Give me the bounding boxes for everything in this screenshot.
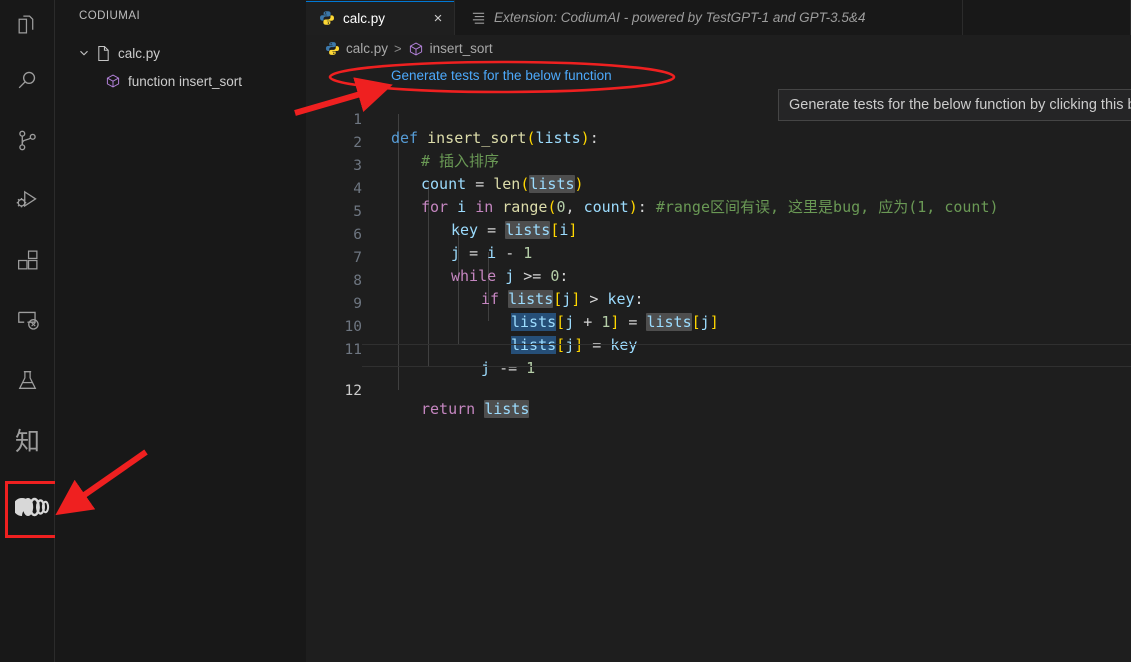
tab-label: calc.py — [343, 10, 386, 26]
tab-bar: calc.py × Extension: CodiumAI - powered … — [306, 0, 1131, 35]
tree-item-label: calc.py — [118, 45, 161, 61]
symbol-method-icon — [408, 40, 425, 57]
codiumai-logo-icon — [12, 494, 55, 525]
breadcrumb: calc.py > insert_sort — [306, 35, 1131, 62]
run-debug-icon — [15, 187, 41, 213]
search-icon — [15, 68, 40, 93]
breadcrumb-symbol[interactable]: insert_sort — [408, 40, 493, 57]
symbol-method-icon — [103, 72, 123, 90]
activity-bar-item-search[interactable] — [0, 56, 55, 104]
code-line[interactable]: 11 j -= 1 — [306, 321, 1131, 377]
tab-label: Extension: CodiumAI - powered by TestGPT… — [494, 10, 866, 25]
code-line[interactable]: 6 j = i - 1 — [306, 206, 1131, 262]
code-line[interactable]: 8 if lists[j] > key: — [306, 252, 1131, 308]
code-line[interactable]: 4 for i in range(0, count): #range区间有误, … — [306, 160, 1131, 216]
remote-explorer-icon — [15, 307, 41, 333]
code-line-active[interactable]: 12 return lists — [306, 344, 1131, 418]
sidebar-title: CODIUMAI — [79, 10, 141, 22]
code-line[interactable]: 9 lists[j + 1] = lists[j] — [306, 275, 1131, 331]
activity-bar-item-testing[interactable] — [0, 356, 55, 404]
code-line[interactable]: 3 count = len(lists) — [306, 137, 1131, 193]
code-line[interactable]: 5 key = lists[i] — [306, 183, 1131, 239]
code-editor[interactable]: Generate tests for the below function 1 … — [306, 62, 1131, 662]
chevron-down-icon[interactable] — [75, 44, 93, 62]
breadcrumb-file[interactable]: calc.py — [324, 40, 388, 57]
line-content: return lists — [421, 400, 530, 418]
breadcrumb-separator: > — [394, 41, 402, 56]
python-icon — [318, 9, 336, 27]
tree-item-calc-py[interactable]: calc.py — [55, 41, 326, 65]
code-line[interactable]: 10 lists[j] = key — [306, 298, 1131, 354]
activity-bar-item-run-and-debug[interactable] — [0, 176, 55, 224]
codelens-generate-tests[interactable]: Generate tests for the below function — [391, 68, 612, 83]
breadcrumb-symbol-label: insert_sort — [429, 41, 493, 56]
zhi-character-icon: 知 — [14, 427, 40, 456]
activity-bar-item-remote-explorer[interactable] — [0, 296, 55, 344]
activity-bar: 知 — [0, 0, 64, 662]
tab-close-button[interactable]: × — [429, 9, 447, 27]
activity-bar-item-chinese-ext[interactable]: 知 — [0, 416, 55, 464]
activity-bar-item-explorer[interactable] — [0, 0, 55, 48]
extensions-icon — [15, 248, 40, 273]
editor-area: calc.py × Extension: CodiumAI - powered … — [306, 0, 1131, 662]
side-bar: CODIUMAI calc.py function insert_sort — [55, 0, 306, 662]
files-icon — [15, 12, 40, 37]
tab-extension-codiumai[interactable]: Extension: CodiumAI - powered by TestGPT… — [455, 0, 963, 35]
codelens-tooltip: Generate tests for the below function by… — [778, 89, 1131, 121]
source-control-icon — [15, 128, 40, 153]
extension-icon — [469, 9, 487, 27]
activity-bar-item-extensions[interactable] — [0, 236, 55, 284]
vscode-window: 知 CODIUMAI calc.py function insert_sort … — [0, 0, 1131, 662]
code-line[interactable]: 7 while j >= 0: — [306, 229, 1131, 285]
breadcrumb-file-label: calc.py — [346, 41, 389, 56]
tab-bar-filler — [963, 0, 1131, 35]
active-line-highlight — [362, 344, 1131, 367]
python-file-icon — [93, 44, 113, 62]
tree-item-label: function insert_sort — [128, 73, 243, 89]
line-number: 12 — [344, 383, 362, 399]
beaker-icon — [15, 368, 40, 393]
python-icon — [324, 40, 341, 57]
activity-bar-item-source-control[interactable] — [0, 116, 55, 164]
